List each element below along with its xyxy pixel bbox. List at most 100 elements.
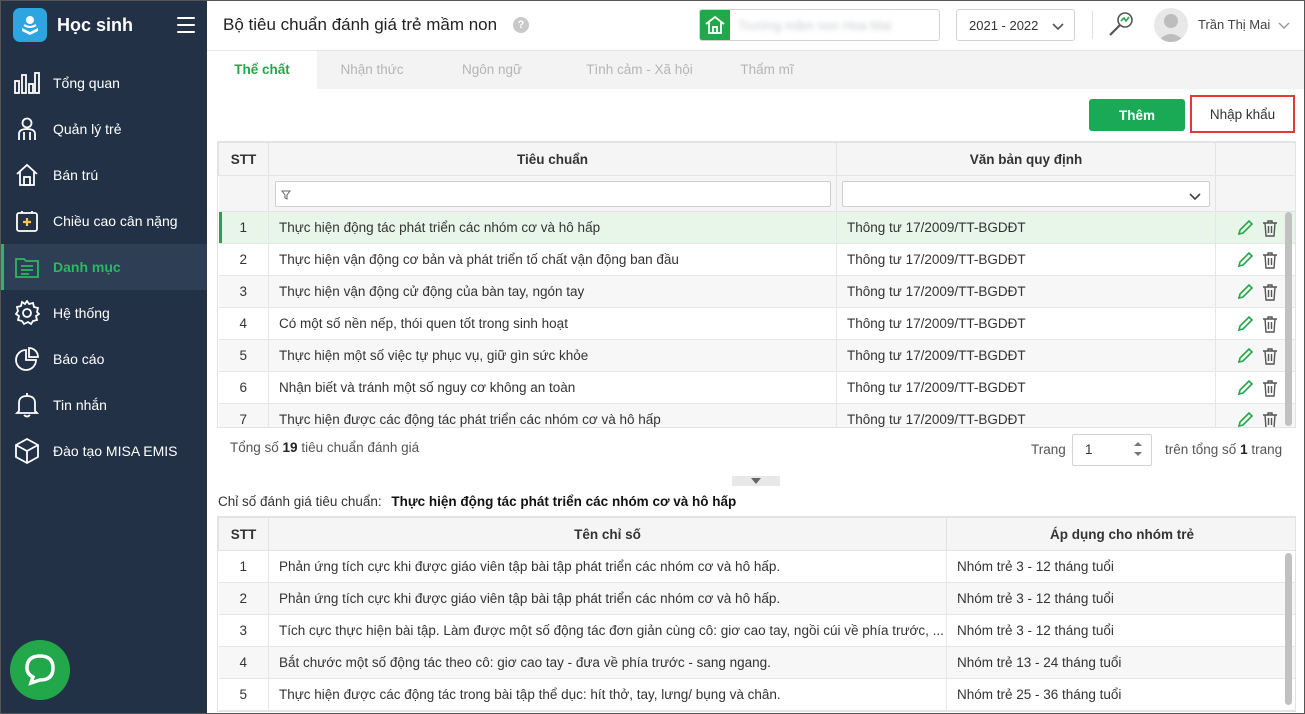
tab-nhan-thuc[interactable]: Nhận thức [317, 51, 427, 89]
avatar[interactable] [1154, 8, 1188, 42]
cell-actions [1215, 211, 1295, 244]
chevron-down-icon [1189, 189, 1201, 204]
tab-tinh-cam-xa-hoi[interactable]: Tình cảm - Xã hội [557, 51, 722, 89]
total-pages-suffix: trang [1251, 442, 1283, 457]
column-header-document: Văn bản quy định [836, 142, 1216, 176]
table-row[interactable]: 1 Thực hiện động tác phát triển các nhóm… [218, 211, 1295, 244]
cell-actions [1215, 371, 1295, 404]
tab-ngon-ngu[interactable]: Ngôn ngữ [427, 51, 557, 89]
trash-icon[interactable] [1262, 379, 1278, 397]
tab-tham-mi[interactable]: Thẩm mĩ [722, 51, 812, 89]
trash-icon[interactable] [1262, 251, 1278, 269]
school-selector[interactable]: Trường mầm non Hoa Mai [699, 9, 940, 41]
page-number-input[interactable]: 1 [1072, 434, 1152, 466]
cell-indicator: Phản ứng tích cực khi được giáo viên tập… [268, 582, 947, 615]
folder-list-icon [13, 253, 41, 281]
cell-standard: Thực hiện được các động tác phát triển c… [268, 403, 837, 427]
trash-icon[interactable] [1262, 347, 1278, 365]
import-button[interactable]: Nhập khẩu [1190, 95, 1295, 133]
table-row[interactable]: 4 Bắt chước một số động tác theo cô: giơ… [218, 646, 1295, 679]
panel-collapse-toggle[interactable] [732, 476, 780, 486]
app-name: Học sinh [57, 14, 134, 35]
cell-stt: 2 [218, 582, 269, 615]
edit-pencil-icon[interactable] [1236, 315, 1254, 333]
table-row[interactable]: 3 Thực hiện vận động cử động của bàn tay… [218, 275, 1295, 308]
cell-stt: 7 [218, 403, 269, 427]
trash-icon[interactable] [1262, 219, 1278, 237]
table-row[interactable]: 5 Thực hiện một số việc tự phục vụ, giữ … [218, 339, 1295, 372]
cell-stt: 2 [218, 243, 269, 276]
column-header-actions [1215, 142, 1295, 176]
sidebar-item-ban-tru[interactable]: Bán trú [1, 152, 207, 198]
standard-filter-input[interactable] [275, 180, 831, 207]
cell-indicator: Phản ứng tích cực khi được giáo viên tập… [268, 550, 947, 583]
filter-row [218, 175, 1295, 212]
column-header-stt: STT [218, 517, 269, 551]
table-row[interactable]: 5 Thực hiện được các động tác trong bài … [218, 678, 1295, 711]
sidebar-item-label: Quản lý trẻ [53, 121, 122, 137]
bell-icon [13, 391, 41, 419]
menu-toggle-icon[interactable] [177, 17, 195, 33]
table-row[interactable]: 6 Nhận biết và tránh một số nguy cơ khôn… [218, 371, 1295, 404]
sidebar-item-chieu-cao-can-nang[interactable]: Chiều cao cân nặng [1, 198, 207, 244]
school-year-select[interactable]: 2021 - 2022 [956, 9, 1075, 41]
total-pages-prefix: trên tổng số [1165, 442, 1237, 457]
table-row[interactable]: 1 Phản ứng tích cực khi được giáo viên t… [218, 550, 1295, 583]
trash-icon[interactable] [1262, 315, 1278, 333]
chat-bubble-icon [23, 652, 57, 689]
indicator-section-title: Chỉ số đánh giá tiêu chuẩn: Thực hiện độ… [218, 494, 736, 509]
cell-age-group: Nhóm trẻ 13 - 24 tháng tuổi [946, 646, 1295, 679]
help-icon[interactable]: ? [513, 17, 529, 33]
sidebar-item-bao-cao[interactable]: Báo cáo [1, 336, 207, 382]
standards-scrollbar[interactable] [1285, 212, 1292, 426]
sidebar-item-danh-muc[interactable]: Danh mục [1, 244, 207, 290]
table-row[interactable]: 4 Có một số nền nếp, thói quen tốt trong… [218, 307, 1295, 340]
cell-document: Thông tư 17/2009/TT-BGDĐT [836, 275, 1216, 308]
caret-down-icon [1134, 452, 1142, 456]
user-name[interactable]: Trần Thị Mai [1198, 17, 1270, 32]
cell-actions [1215, 339, 1295, 372]
sidebar-item-tin-nhan[interactable]: Tin nhắn [1, 382, 207, 428]
cell-stt: 4 [218, 307, 269, 340]
column-header-age-group: Áp dụng cho nhóm trẻ [946, 517, 1295, 551]
indicators-scrollbar[interactable] [1285, 553, 1292, 705]
edit-pencil-icon[interactable] [1236, 379, 1254, 397]
sidebar-nav: Tổng quan Quản lý trẻ Bán trú Chiều cao … [1, 60, 207, 474]
cell-document: Thông tư 17/2009/TT-BGDĐT [836, 243, 1216, 276]
page-stepper[interactable] [1133, 441, 1143, 457]
edit-pencil-icon[interactable] [1236, 411, 1254, 428]
column-header-stt: STT [218, 142, 269, 176]
cell-document: Thông tư 17/2009/TT-BGDĐT [836, 211, 1216, 244]
chevron-down-icon[interactable] [1278, 18, 1290, 33]
table-row[interactable]: 3 Tích cực thực hiện bài tập. Làm được m… [218, 614, 1295, 647]
edit-pencil-icon[interactable] [1236, 219, 1254, 237]
cell-stt: 3 [218, 614, 269, 647]
table-row[interactable]: 2 Phản ứng tích cực khi được giáo viên t… [218, 582, 1295, 615]
sidebar-item-label: Đào tạo MISA EMIS [53, 443, 178, 459]
tab-the-chat[interactable]: Thể chất [207, 51, 317, 89]
cell-age-group: Nhóm trẻ 3 - 12 tháng tuổi [946, 582, 1295, 615]
indicators-table-container: STT Tên chỉ số Áp dụng cho nhóm trẻ 1 Ph… [217, 516, 1296, 712]
edit-pencil-icon[interactable] [1236, 283, 1254, 301]
edit-pencil-icon[interactable] [1236, 251, 1254, 269]
cell-document: Thông tư 17/2009/TT-BGDĐT [836, 339, 1216, 372]
table-row[interactable]: 7 Thực hiện được các động tác phát triển… [218, 403, 1295, 428]
header-divider [1092, 11, 1093, 39]
sidebar-item-quan-ly-tre[interactable]: Quản lý trẻ [1, 106, 207, 152]
connect-icon[interactable] [1107, 10, 1135, 38]
edit-pencil-icon[interactable] [1236, 347, 1254, 365]
trash-icon[interactable] [1262, 411, 1278, 427]
cell-standard: Thực hiện một số việc tự phục vụ, giữ gì… [268, 339, 837, 372]
sidebar-item-dao-tao[interactable]: Đào tạo MISA EMIS [1, 428, 207, 474]
cell-indicator: Thực hiện được các động tác trong bài tậ… [268, 678, 947, 711]
document-filter-select[interactable] [842, 180, 1210, 207]
chat-button[interactable] [10, 640, 70, 700]
caret-down-icon [751, 478, 761, 484]
trash-icon[interactable] [1262, 283, 1278, 301]
app-logo-icon [13, 8, 47, 42]
add-button[interactable]: Thêm [1089, 99, 1185, 131]
sidebar-item-tong-quan[interactable]: Tổng quan [1, 60, 207, 106]
cell-standard: Thực hiện vận động cơ bản và phát triển … [268, 243, 837, 276]
sidebar-item-he-thong[interactable]: Hệ thống [1, 290, 207, 336]
table-row[interactable]: 2 Thực hiện vận động cơ bản và phát triể… [218, 243, 1295, 276]
